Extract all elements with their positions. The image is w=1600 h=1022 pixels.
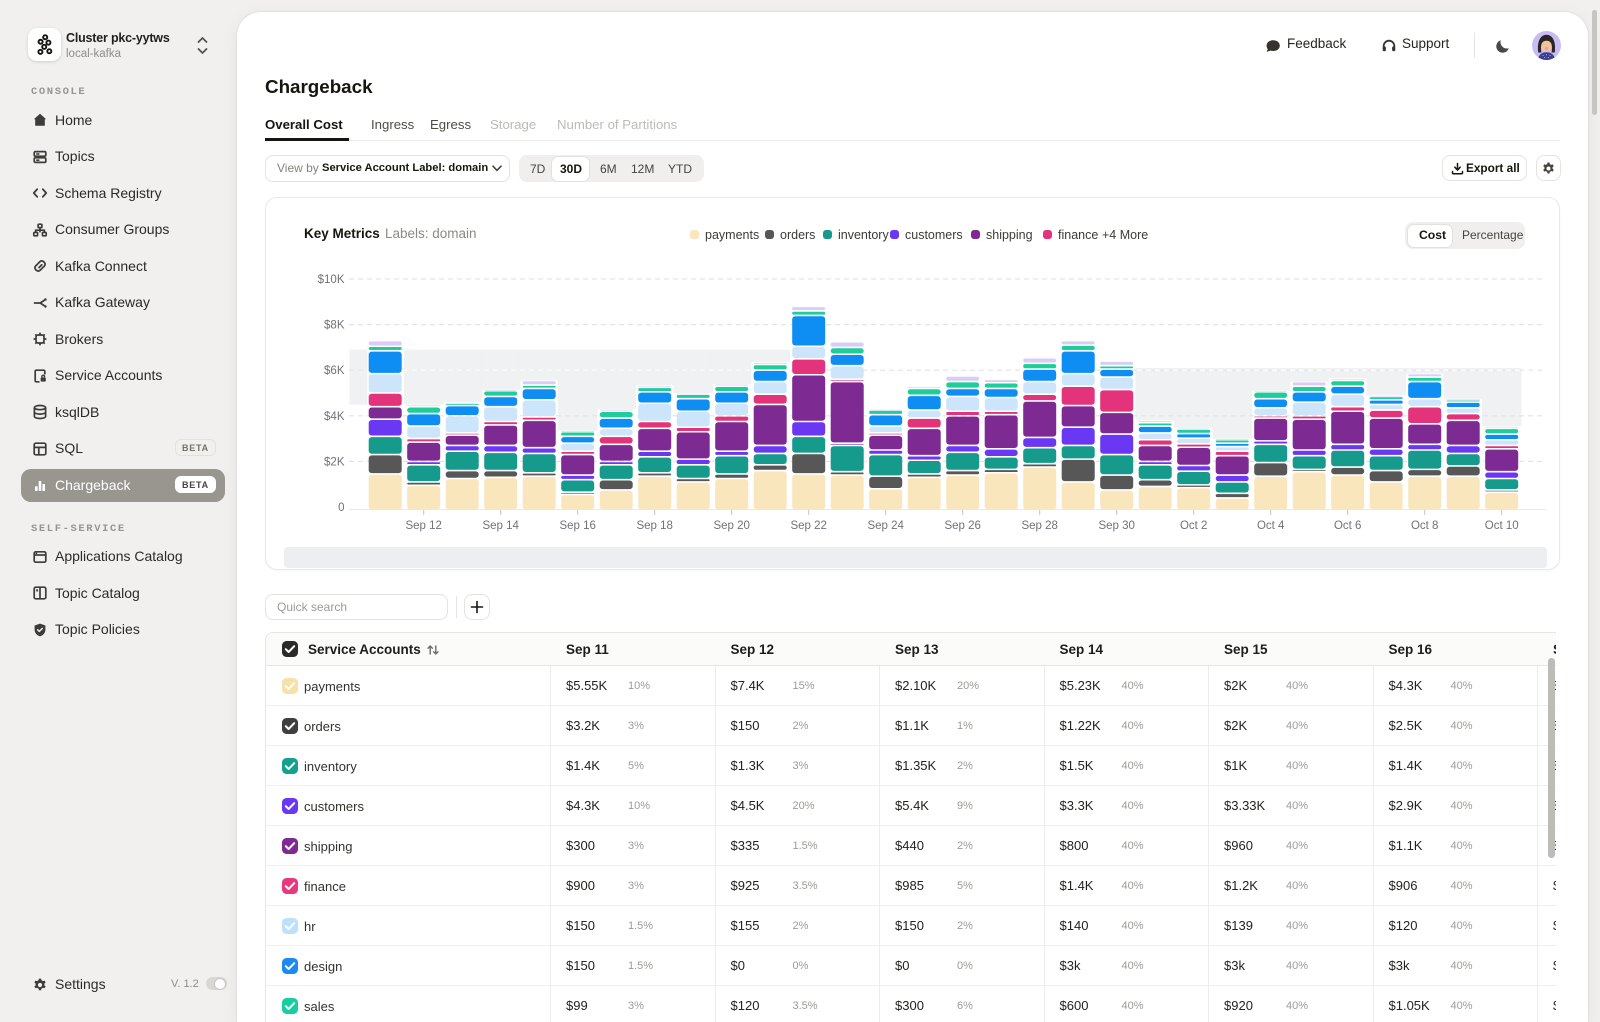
svg-text:Sep 14: Sep 14 [482,520,519,532]
svg-text:Oct 6: Oct 6 [1334,520,1361,532]
svg-text:Sep 22: Sep 22 [790,520,826,532]
svg-text:Sep 12: Sep 12 [405,520,441,532]
svg-text:0: 0 [338,502,344,514]
svg-text:$8K: $8K [324,320,345,332]
svg-text:Oct 10: Oct 10 [1485,520,1519,532]
svg-text:Oct 4: Oct 4 [1257,520,1285,532]
svg-text:$2K: $2K [324,456,345,468]
svg-text:Sep 20: Sep 20 [713,520,749,532]
svg-text:$6K: $6K [324,365,345,377]
svg-text:Sep 24: Sep 24 [867,520,904,532]
svg-text:Sep 18: Sep 18 [636,520,672,532]
svg-text:Sep 28: Sep 28 [1021,520,1057,532]
svg-text:$10K: $10K [318,274,345,286]
svg-text:Sep 30: Sep 30 [1098,520,1134,532]
svg-text:Sep 16: Sep 16 [559,520,595,532]
svg-text:Oct 2: Oct 2 [1180,520,1207,532]
svg-text:Oct 8: Oct 8 [1411,520,1438,532]
svg-text:$4K: $4K [324,411,345,423]
svg-text:Sep 26: Sep 26 [944,520,980,532]
